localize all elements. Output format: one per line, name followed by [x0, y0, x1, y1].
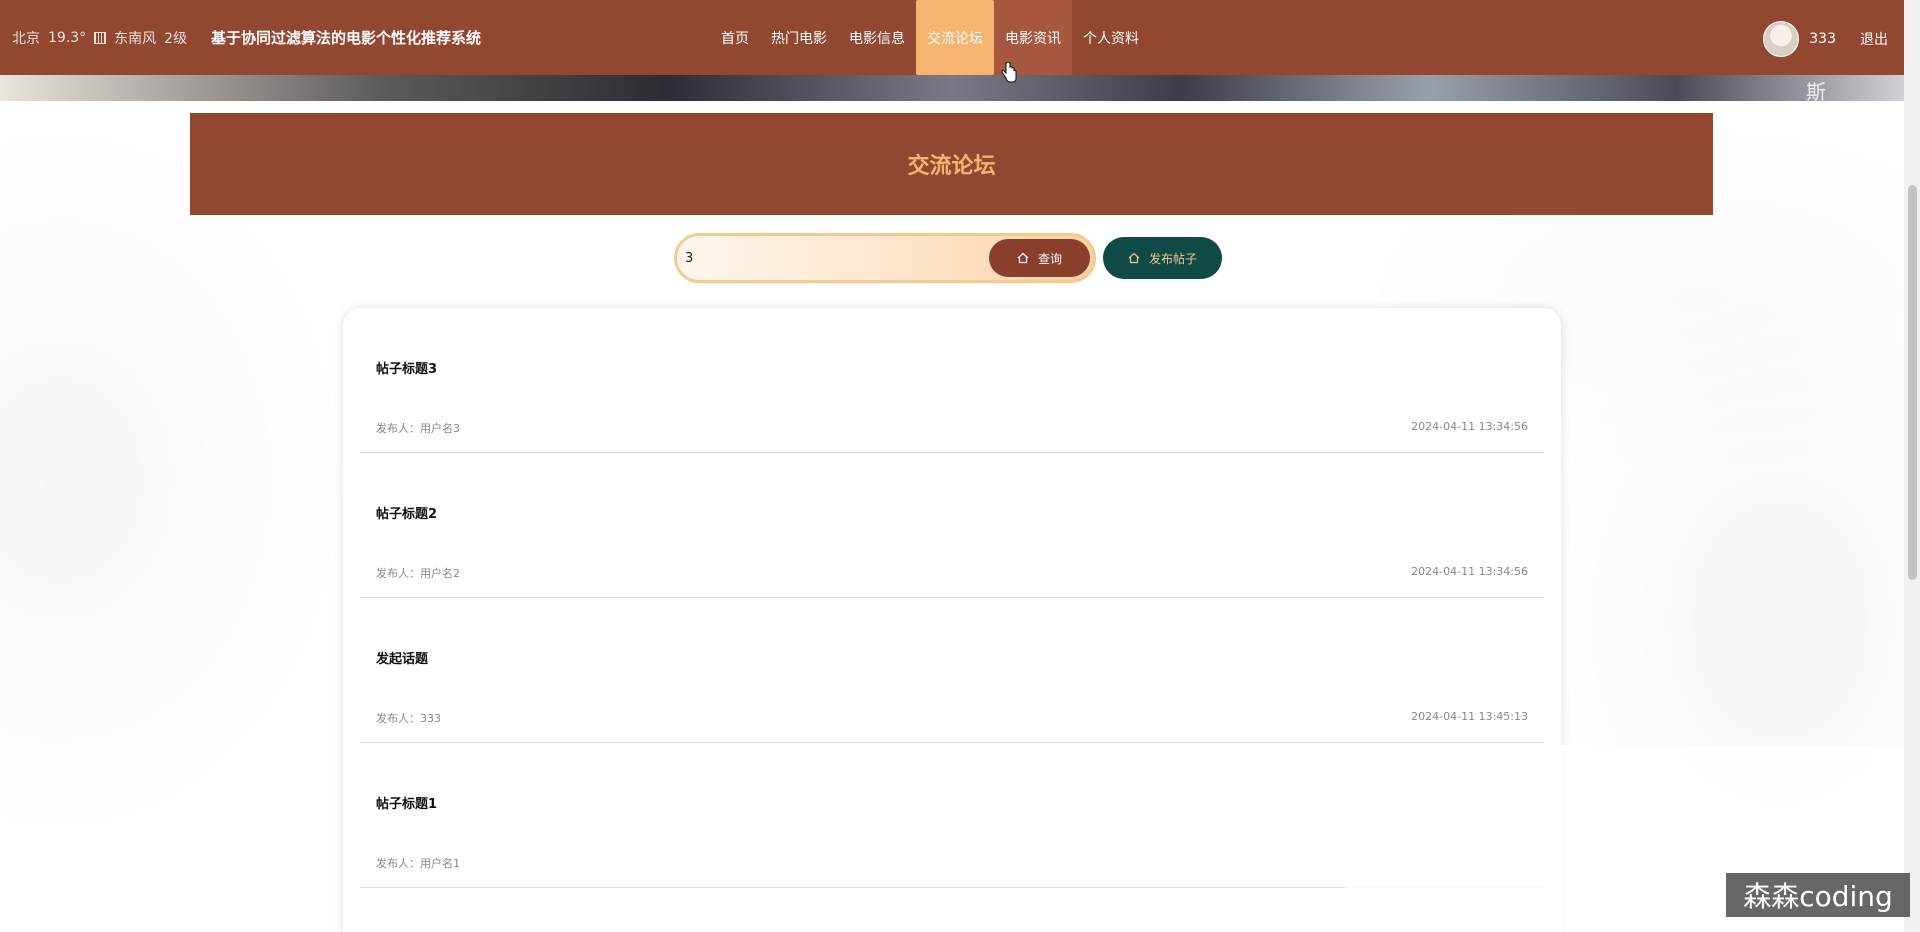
search-input[interactable]: [685, 242, 985, 274]
weather-city: 北京: [12, 31, 40, 47]
weather-widget: 北京 19.3° 东南风 2级: [12, 28, 187, 48]
list-item[interactable]: 发起话题 发布人：333 2024-04-11 13:45:13: [360, 598, 1544, 743]
page-scrollbar[interactable]: [1904, 0, 1920, 932]
post-author: 发布人：用户名1: [376, 857, 460, 870]
publish-post-label: 发布帖子: [1148, 251, 1197, 266]
home-icon: [1017, 252, 1029, 264]
nav-item-home[interactable]: 首页: [710, 0, 760, 75]
post-author: 发布人：333: [376, 712, 441, 725]
post-author: 发布人：用户名3: [376, 422, 460, 435]
banner-glyph: 斯: [1806, 80, 1826, 104]
post-title[interactable]: 帖子标题3: [376, 358, 437, 377]
main-nav: 首页 热门电影 电影信息 交流论坛 电影资讯 个人资料: [710, 0, 1150, 75]
post-time: 2024-04-11 13:34:56: [1411, 565, 1528, 578]
page-title: 交流论坛: [907, 154, 996, 179]
post-author: 发布人：用户名2: [376, 567, 460, 580]
post-title[interactable]: 帖子标题2: [376, 503, 437, 522]
post-time: 2024-04-11 13:45:13: [1411, 710, 1528, 723]
nav-item-movie-info[interactable]: 电影信息: [838, 0, 916, 75]
query-button[interactable]: 查询: [989, 239, 1090, 277]
publish-post-button[interactable]: 发布帖子: [1103, 237, 1222, 279]
hand-cursor-icon: [1001, 62, 1017, 83]
search-box: 查询: [674, 233, 1096, 283]
username: 333: [1809, 31, 1836, 47]
watermark: 森森coding: [1726, 873, 1910, 917]
top-header: 北京 19.3° 东南风 2级 基于协同过滤算法的电影个性化推荐系统 首页 热门…: [0, 0, 1904, 75]
avatar[interactable]: [1763, 21, 1800, 57]
nav-item-profile[interactable]: 个人资料: [1072, 0, 1150, 75]
list-item[interactable]: 帖子标题2 发布人：用户名2 2024-04-11 13:34:56: [360, 453, 1544, 598]
post-title[interactable]: 发起话题: [376, 648, 428, 667]
scrollbar-thumb[interactable]: [1908, 185, 1917, 580]
home-icon: [1128, 252, 1140, 264]
forum-title-band: 交流论坛: [190, 113, 1713, 215]
site-title: 基于协同过滤算法的电影个性化推荐系统: [211, 29, 482, 47]
post-title[interactable]: 帖子标题1: [376, 793, 437, 812]
banner-image: 斯: [0, 74, 1904, 104]
weather-temperature: 19.3°: [48, 30, 87, 46]
nav-item-forum[interactable]: 交流论坛: [916, 0, 994, 75]
list-item[interactable]: 帖子标题3 发布人：用户名3 2024-04-11 13:34:56: [360, 308, 1544, 453]
query-button-label: 查询: [1037, 251, 1062, 266]
weather-wind: 东南风: [114, 31, 157, 47]
post-time: 2024-04-11 13:34:56: [1411, 420, 1528, 433]
nav-item-hot-movies[interactable]: 热门电影: [760, 0, 838, 75]
weather-icon: [94, 32, 107, 44]
weather-level: 2级: [164, 31, 188, 47]
logout-link[interactable]: 退出: [1860, 29, 1888, 49]
user-area: 333 退出: [1763, 21, 1888, 57]
